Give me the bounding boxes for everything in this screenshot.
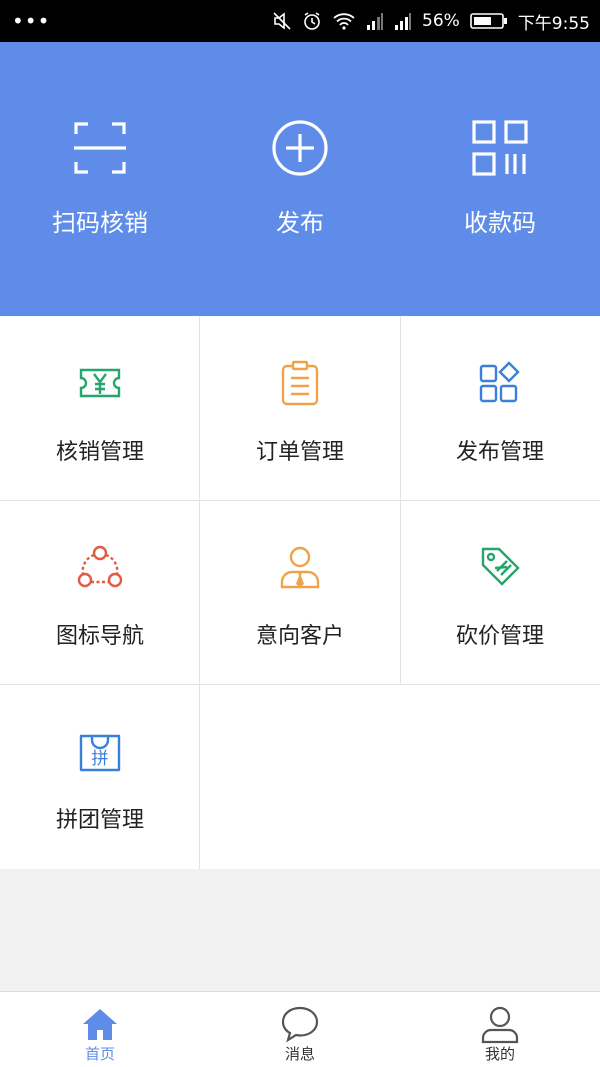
function-grid: 核销管理 订单管理 发布管理 图标导航 意向客户 砍价管理 拼 拼团管理 (0, 316, 600, 869)
signal-icon (367, 13, 384, 30)
grid-divider (0, 684, 600, 685)
chat-bubble-icon (281, 1006, 319, 1043)
prospective-customers-label: 意向客户 (255, 624, 344, 649)
clock: 下午9:55 (517, 13, 590, 34)
payment-code-label: 收款码 (464, 209, 536, 237)
wifi-icon (333, 13, 355, 30)
ticket-yen-icon (79, 368, 121, 398)
publish-management-item[interactable]: 发布管理 (400, 316, 600, 500)
mute-icon (273, 12, 291, 30)
group-bag-icon: 拼 (79, 734, 121, 772)
status-bar: ••• 56% 下午9:55 (0, 0, 600, 42)
group-buy-management-item[interactable]: 拼 拼团管理 (0, 684, 200, 868)
order-management-item[interactable]: 订单管理 (200, 316, 400, 500)
price-tag-icon (481, 547, 520, 586)
bargain-management-label: 砍价管理 (455, 624, 544, 649)
svg-text:拼: 拼 (92, 749, 109, 769)
home-icon (83, 1009, 117, 1040)
user-icon (481, 1006, 519, 1044)
battery-icon (470, 13, 507, 29)
clipboard-icon (281, 360, 319, 406)
group-buy-management-label: 拼团管理 (55, 808, 144, 833)
person-tie-icon (280, 546, 320, 589)
publish-button[interactable]: 发布 (200, 42, 400, 316)
scan-verify-label: 扫码核销 (52, 209, 148, 237)
tab-mine-label: 我的 (484, 1045, 515, 1063)
signal-icon-2 (395, 13, 412, 30)
verify-management-item[interactable]: 核销管理 (0, 316, 200, 500)
publish-label: 发布 (276, 209, 324, 237)
prospective-customers-item[interactable]: 意向客户 (200, 500, 400, 684)
tab-home[interactable]: 首页 (0, 992, 200, 1067)
scan-icon (74, 122, 126, 174)
icon-navigation-label: 图标导航 (55, 624, 144, 649)
bottom-tab-bar: 首页 消息 我的 (0, 991, 600, 1067)
grid-divider (0, 500, 600, 501)
tab-messages[interactable]: 消息 (200, 992, 400, 1067)
payment-code-button[interactable]: 收款码 (400, 42, 600, 316)
plus-circle-icon (272, 120, 328, 176)
battery-percent: 56% (422, 11, 460, 31)
icon-navigation-item[interactable]: 图标导航 (0, 500, 200, 684)
tab-mine[interactable]: 我的 (400, 992, 600, 1067)
qr-code-icon (472, 120, 528, 176)
publish-management-label: 发布管理 (455, 440, 544, 465)
tab-home-label: 首页 (84, 1045, 115, 1063)
apps-diamond-icon (479, 361, 520, 403)
order-management-label: 订单管理 (255, 440, 344, 465)
tab-messages-label: 消息 (284, 1045, 315, 1063)
verify-management-label: 核销管理 (55, 440, 144, 465)
alarm-icon (304, 12, 320, 30)
quick-actions-banner: 扫码核销 发布 收款码 (0, 42, 600, 316)
network-icon (77, 545, 123, 588)
grid-divider (199, 316, 200, 869)
bargain-management-item[interactable]: 砍价管理 (400, 500, 600, 684)
status-icons: 56% 下午9:55 (272, 9, 590, 34)
status-menu-dots: ••• (12, 9, 51, 33)
scan-verify-button[interactable]: 扫码核销 (0, 42, 200, 316)
